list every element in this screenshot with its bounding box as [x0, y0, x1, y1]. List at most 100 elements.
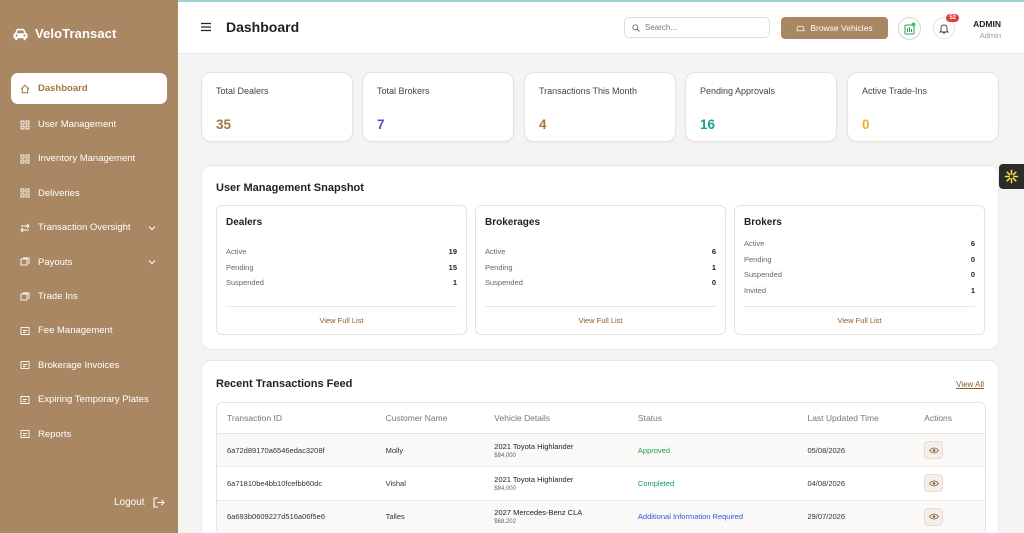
- snapshot-value: 15: [448, 263, 457, 272]
- browse-vehicles-label: Browse Vehicles: [810, 23, 873, 33]
- sidebar-item-dashboard[interactable]: Dashboard: [11, 73, 167, 104]
- eye-icon: [928, 447, 939, 454]
- snapshot-row: Active 6: [485, 247, 716, 259]
- sidebar-item-fee-management[interactable]: Fee Management: [0, 314, 178, 348]
- view-button[interactable]: [924, 474, 944, 493]
- floating-widget-button[interactable]: [999, 164, 1024, 189]
- status-indicator[interactable]: [898, 17, 921, 40]
- snapshot-key: Suspended: [226, 278, 264, 287]
- vehicle-name: 2021 Toyota Highlander: [494, 474, 574, 484]
- vehicle-name: 2021 Toyota Highlander: [494, 441, 574, 451]
- sidebar-item-label: Reports: [38, 428, 72, 440]
- payout-icon: [20, 257, 30, 267]
- eye-icon: [928, 513, 939, 520]
- sidebar-item-label: Dashboard: [38, 83, 88, 94]
- grid-icon: [20, 188, 30, 198]
- eye-icon: [928, 480, 939, 487]
- snapshot-card-brokers: Brokers Active 6 Pending 0 Suspended 0 Invi…: [734, 205, 985, 335]
- user-name[interactable]: ADMIN: [973, 19, 1001, 29]
- vehicle-price: $84,000: [494, 452, 516, 459]
- actions-cell: [919, 441, 985, 460]
- sidebar-item-transaction-oversight[interactable]: Transaction Oversight: [0, 211, 178, 245]
- chevron-down-icon[interactable]: [148, 224, 156, 232]
- snapshot-value: 0: [970, 270, 975, 279]
- browse-vehicles-button[interactable]: Browse Vehicles: [781, 17, 888, 39]
- grid-icon: [20, 154, 30, 164]
- sidebar-item-payouts[interactable]: Payouts: [0, 245, 178, 279]
- actions-cell: [919, 507, 985, 526]
- table-row[interactable]: 6a72d89170a6546edac3208f Molly 2021 Toyo…: [217, 434, 985, 468]
- sidebar-item-expiring-temporary-plates[interactable]: Expiring Temporary Plates: [0, 383, 178, 417]
- snapshot-key: Suspended: [485, 278, 523, 287]
- table-header: Transaction ID Customer Name Vehicle Det…: [217, 403, 985, 434]
- column-header[interactable]: Last Updated Time: [797, 413, 919, 423]
- snapshot-key: Active: [744, 239, 765, 248]
- table-row[interactable]: 6a71810be4bb10fcefbb60dc Vishal 2021 Toy…: [217, 467, 985, 501]
- view-button[interactable]: [924, 507, 944, 526]
- snapshot-key: Active: [226, 247, 247, 256]
- column-header[interactable]: Customer Name: [376, 413, 485, 423]
- snapshot-value: 19: [448, 247, 457, 256]
- grid-icon: [20, 120, 30, 130]
- user-role: Admin: [979, 31, 1001, 40]
- snapshot-key: Pending: [744, 255, 772, 264]
- column-header[interactable]: Status: [628, 413, 798, 423]
- report-icon: [20, 429, 30, 439]
- snapshot-card-title: Dealers: [226, 217, 263, 228]
- snapshot-card-title: Brokers: [744, 217, 782, 228]
- sidebar-item-label: User Management: [38, 119, 117, 131]
- snapshot-row: Active 6: [744, 239, 975, 251]
- column-header[interactable]: Vehicle Details: [484, 413, 628, 423]
- customer-name: Vishal: [385, 478, 406, 488]
- transactions-table: Transaction ID Customer Name Vehicle Det…: [216, 402, 986, 533]
- divider: [485, 306, 716, 307]
- building-icon: [904, 22, 916, 35]
- table-row[interactable]: 6a693b0609227d516a06f5e6 Talles 2027 Mer…: [217, 500, 985, 533]
- car-icon: [797, 25, 805, 31]
- brand-name: VeloTransact: [35, 26, 117, 41]
- stat-value: 16: [700, 117, 716, 132]
- snapshot-card-brokerages: Brokerages Active 6 Pending 1 Suspended 0 V…: [475, 205, 726, 335]
- sparkle-icon: [1004, 169, 1019, 184]
- sidebar-item-reports[interactable]: Reports: [0, 417, 178, 451]
- fee-icon: [20, 326, 30, 336]
- search-box[interactable]: [624, 17, 770, 38]
- menu-icon[interactable]: [200, 21, 212, 33]
- sidebar-item-deliveries[interactable]: Deliveries: [0, 176, 178, 210]
- stat-card-total-dealers: Total Dealers 35: [201, 72, 353, 142]
- sidebar-item-trade-ins[interactable]: Trade Ins: [0, 279, 178, 313]
- view-full-list-link[interactable]: View Full List: [476, 316, 725, 325]
- brand[interactable]: VeloTransact: [12, 26, 116, 41]
- sidebar-item-label: Expiring Temporary Plates: [38, 394, 149, 406]
- snapshot-value: 1: [452, 278, 457, 287]
- vehicle-name: 2027 Mercedes-Benz CLA: [494, 508, 583, 518]
- top-header: Dashboard Browse Vehicles 52 ADMIN Admin: [178, 0, 1024, 54]
- vehicle-details: 2021 Toyota Highlander $84,000: [484, 442, 628, 459]
- search-input[interactable]: [645, 23, 755, 32]
- chevron-down-icon[interactable]: [148, 258, 156, 266]
- view-full-list-link[interactable]: View Full List: [217, 316, 466, 325]
- view-all-link[interactable]: View All: [956, 380, 984, 389]
- view-button[interactable]: [924, 441, 944, 460]
- divider: [226, 306, 457, 307]
- view-full-list-link[interactable]: View Full List: [735, 316, 984, 325]
- snapshot-value: 1: [711, 263, 716, 272]
- last-updated: 05/08/2026: [807, 445, 846, 455]
- sidebar-item-user-management[interactable]: User Management: [0, 107, 178, 141]
- snapshot-value: 0: [711, 278, 716, 287]
- notifications-button[interactable]: 52: [933, 14, 959, 39]
- column-header[interactable]: Transaction ID: [217, 413, 376, 423]
- snapshot-row: Pending 15: [226, 263, 457, 275]
- sidebar-item-brokerage-invoices[interactable]: Brokerage Invoices: [0, 348, 178, 382]
- sidebar: VeloTransact Dashboard User Management I…: [0, 0, 178, 533]
- snapshot-key: Invited: [744, 286, 767, 295]
- snapshot-value: 0: [970, 255, 975, 264]
- sidebar-item-inventory-management[interactable]: Inventory Management: [0, 142, 178, 176]
- snapshot-key: Active: [485, 247, 506, 256]
- stat-label: Total Dealers: [216, 86, 269, 96]
- stat-label: Total Brokers: [377, 86, 430, 96]
- stat-value: 7: [377, 117, 385, 132]
- vehicle-details: 2027 Mercedes-Benz CLA $68,202: [484, 508, 628, 525]
- sidebar-item-label: Trade Ins: [38, 291, 78, 303]
- logout-button[interactable]: Logout: [114, 497, 165, 508]
